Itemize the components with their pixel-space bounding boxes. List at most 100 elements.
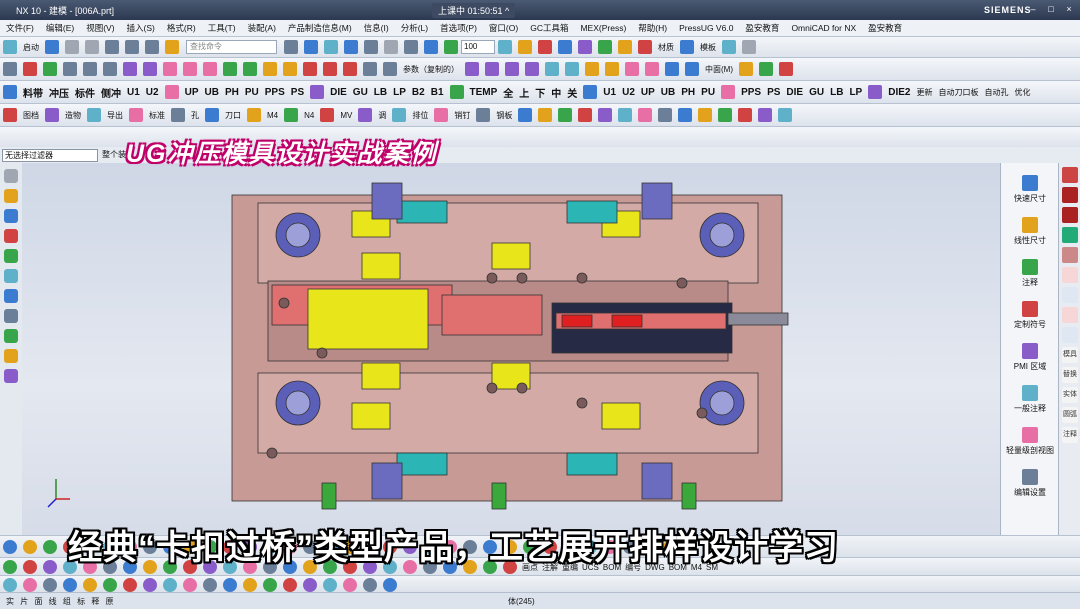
design-tool-icon[interactable] <box>171 108 185 122</box>
draft-icon[interactable] <box>485 62 499 76</box>
sketch-icon[interactable] <box>3 62 17 76</box>
stamping-tool-icon[interactable] <box>3 85 17 99</box>
stamping-button[interactable]: PPS <box>265 87 285 98</box>
menu-item[interactable]: 盈安教育 <box>739 22 785 34</box>
subtract-icon[interactable] <box>323 62 337 76</box>
background-icon[interactable] <box>384 40 398 54</box>
stamping-button[interactable]: PU <box>245 87 259 98</box>
section-icon[interactable] <box>498 40 512 54</box>
revolve-icon[interactable] <box>143 62 157 76</box>
curve-tool-icon[interactable] <box>23 540 37 554</box>
constraint-navigator-icon[interactable] <box>4 229 18 243</box>
midsurface-label[interactable]: 中面(M) <box>705 64 733 75</box>
pmi-tool[interactable]: 一般注释 <box>1003 385 1057 414</box>
start-button[interactable]: 启动 <box>23 42 39 53</box>
stamping-button[interactable]: LP <box>393 87 406 98</box>
boss-icon[interactable] <box>283 62 297 76</box>
material-label[interactable]: 材质 <box>658 42 674 53</box>
stamping-button[interactable]: 上 <box>519 85 529 100</box>
design-tool-icon[interactable] <box>87 108 101 122</box>
analysis-icon[interactable] <box>444 40 458 54</box>
synchronous-icon[interactable] <box>759 62 773 76</box>
pmi-tool[interactable]: 轻量级剖视图 <box>1003 427 1057 456</box>
custom-tool-icon[interactable] <box>1062 187 1078 203</box>
stamping-button[interactable]: PU <box>701 87 715 98</box>
stamping-button[interactable]: 关 <box>567 85 577 100</box>
render-style-icon[interactable] <box>364 40 378 54</box>
misc-tool-icon[interactable] <box>363 577 377 592</box>
process-studio-icon[interactable] <box>4 349 18 363</box>
stamping-button[interactable]: UB <box>205 87 219 98</box>
design-extra-icon[interactable] <box>518 108 533 122</box>
menu-item[interactable]: 盈安教育 <box>862 22 908 34</box>
design-extra-icon[interactable] <box>738 108 753 122</box>
point-icon[interactable] <box>43 62 57 76</box>
sketch-tool-icon[interactable] <box>3 560 17 574</box>
pattern-icon[interactable] <box>505 62 519 76</box>
design-tool-icon[interactable] <box>205 108 219 122</box>
misc-tool-icon[interactable] <box>43 577 57 592</box>
stamping-tool-icon[interactable] <box>583 85 598 99</box>
menu-item[interactable]: 信息(I) <box>358 22 395 34</box>
template-icon[interactable] <box>680 40 694 54</box>
stamping-button[interactable]: 中 <box>551 85 561 100</box>
design-tool-icon[interactable] <box>392 108 407 122</box>
stamping-button[interactable]: 全 <box>503 85 513 100</box>
design-tool-label[interactable]: 导出 <box>107 110 123 121</box>
menu-item[interactable]: 分析(L) <box>395 22 434 34</box>
misc-tool-icon[interactable] <box>243 577 257 592</box>
save-icon[interactable] <box>45 40 59 54</box>
design-tool-label[interactable]: 调 <box>378 110 386 121</box>
settings-icon[interactable] <box>4 169 18 183</box>
design-tool-label[interactable]: 销钉 <box>454 110 470 121</box>
design-extra-icon[interactable] <box>598 108 613 122</box>
menu-item[interactable]: 首选项(P) <box>434 22 483 34</box>
trim-icon[interactable] <box>163 62 177 76</box>
stamping-button[interactable]: 料带 <box>23 85 43 100</box>
pmi-tool[interactable]: 注释 <box>1003 259 1057 288</box>
arc-icon[interactable] <box>83 62 97 76</box>
stamping-tool-icon[interactable] <box>868 85 883 99</box>
misc-tool-icon[interactable] <box>223 577 237 592</box>
design-extra-icon[interactable] <box>638 108 653 122</box>
stamping-button[interactable]: TEMP <box>470 87 498 98</box>
misc-tool-icon[interactable] <box>383 577 397 592</box>
copy-icon[interactable] <box>125 40 139 54</box>
design-tool-icon[interactable] <box>247 108 261 122</box>
stamping-button[interactable]: 标件 <box>75 85 95 100</box>
settings-icon[interactable] <box>742 40 756 54</box>
design-extra-icon[interactable] <box>578 108 593 122</box>
block-icon[interactable] <box>645 62 659 76</box>
design-extra-icon[interactable] <box>718 108 733 122</box>
edit-feature-icon[interactable] <box>739 62 753 76</box>
menu-item[interactable]: MEX(Press) <box>574 23 632 33</box>
cylinder-icon[interactable] <box>605 62 619 76</box>
command-search-input[interactable]: 查找命令 <box>186 40 277 54</box>
design-tool-label[interactable]: N4 <box>304 111 314 120</box>
roles-icon[interactable] <box>4 369 18 383</box>
cut-icon[interactable] <box>105 40 119 54</box>
clip-icon[interactable] <box>538 40 552 54</box>
misc-tool-icon[interactable] <box>263 577 277 592</box>
replace-face-icon[interactable] <box>685 62 699 76</box>
offset-icon[interactable] <box>183 62 197 76</box>
design-tool-label[interactable]: 刀口 <box>225 110 241 121</box>
misc-tool-icon[interactable] <box>183 577 197 592</box>
menu-item[interactable]: 视图(V) <box>80 22 120 34</box>
menu-item[interactable]: 文件(F) <box>0 22 40 34</box>
custom-tool-icon[interactable]: 圆弧 <box>1062 407 1078 423</box>
design-tool-icon[interactable] <box>3 108 17 122</box>
move-object-icon[interactable] <box>578 40 592 54</box>
design-extra-icon[interactable] <box>618 108 633 122</box>
stamping-extra-button[interactable]: 自动孔 <box>984 87 1008 98</box>
design-tool-icon[interactable] <box>284 108 299 122</box>
mirror-icon[interactable] <box>525 62 539 76</box>
stamping-button[interactable]: PS <box>291 87 304 98</box>
edit-object-icon[interactable] <box>618 40 632 54</box>
stamping-button[interactable]: DIE2 <box>888 87 910 98</box>
design-tool-label[interactable]: MV <box>340 111 352 120</box>
system-materials-icon[interactable] <box>4 329 18 343</box>
stamping-button[interactable]: UP <box>641 87 655 98</box>
stamping-button[interactable]: 冲压 <box>49 85 69 100</box>
misc-tool-icon[interactable] <box>143 577 157 592</box>
